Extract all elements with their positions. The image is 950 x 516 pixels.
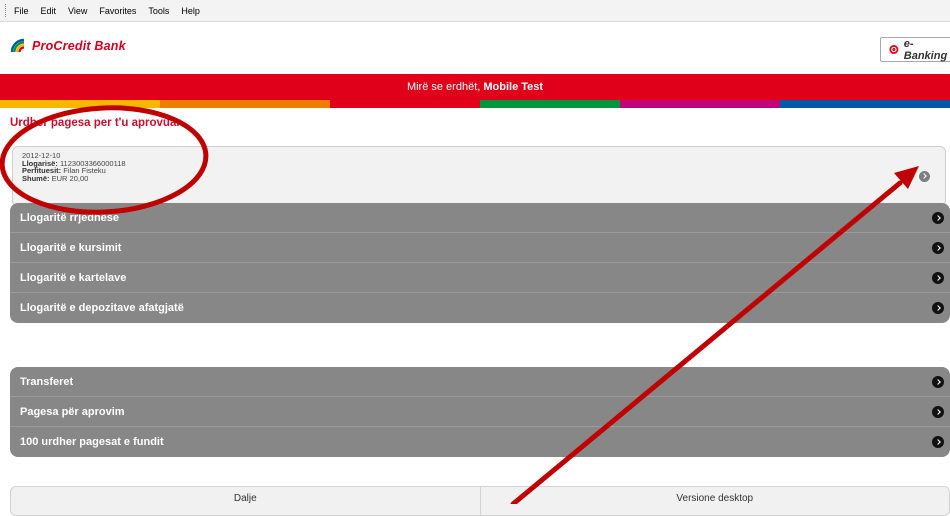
pending-payment-details: 2012-12-10 Llogarisë: 1123003366000118 P… (22, 152, 126, 182)
welcome-prefix: Mirë se erdhët, (406, 81, 484, 93)
menu-item-card-accounts[interactable]: Llogaritë e kartelave (10, 263, 950, 293)
brand-name: ProCredit Bank (32, 39, 126, 53)
menu-item-payments-for-approval[interactable]: Pagesa për aprovim (10, 397, 950, 427)
menu-item-savings-accounts[interactable]: Llogaritë e kursimit (10, 233, 950, 263)
menu-item-label: Llogaritë rrjedhëse (20, 211, 120, 224)
chevron-right-icon (932, 272, 944, 284)
power-icon (889, 45, 899, 54)
toolbar-grip (5, 4, 8, 17)
site-header: ProCredit Bank e-Banking (0, 24, 950, 72)
bank-logo[interactable]: ProCredit Bank (10, 38, 126, 54)
menu-item-transfers[interactable]: Transferet (10, 367, 950, 397)
menu-edit[interactable]: Edit (41, 6, 57, 16)
stripe-yellow (0, 100, 160, 108)
desktop-version-button[interactable]: Versione desktop (479, 487, 950, 515)
menu-item-label: Llogaritë e kartelave (20, 271, 127, 284)
ebanking-label: e-Banking (903, 37, 948, 62)
accounts-menu: Llogaritë rrjedhëse Llogaritë e kursimit… (10, 203, 950, 323)
menu-item-label: Pagesa për aprovim (20, 405, 125, 418)
pending-payments-title: Urdher pagesa per t'u aprovuar (10, 117, 181, 129)
chevron-right-icon (932, 406, 944, 418)
chevron-right-icon (932, 302, 944, 314)
chevron-right-icon (932, 242, 944, 254)
pending-payment-card[interactable]: 2012-12-10 Llogarisë: 1123003366000118 P… (12, 146, 946, 207)
payments-menu: Transferet Pagesa për aprovim 100 urdher… (10, 367, 950, 457)
payment-amount-line: Shumë: EUR 20,00 (22, 173, 126, 183)
stripe-magenta (620, 100, 780, 108)
amount-value: EUR 20,00 (51, 173, 89, 183)
chevron-right-icon (932, 436, 944, 448)
welcome-bar: Mirë se erdhët, Mobile Test (0, 74, 950, 100)
menu-item-current-accounts[interactable]: Llogaritë rrjedhëse (10, 203, 950, 233)
menu-item-last-100-payments[interactable]: 100 urdher pagesat e fundit (10, 427, 950, 457)
menu-item-label: 100 urdher pagesat e fundit (20, 436, 164, 448)
welcome-user: Mobile Test (483, 81, 544, 93)
menu-item-label: Llogaritë e kursimit (20, 241, 122, 254)
bottom-actions: Dalje Versione desktop (10, 486, 950, 516)
color-stripe (0, 100, 950, 108)
stripe-green (480, 100, 620, 108)
chevron-right-icon (932, 212, 944, 224)
ebanking-button[interactable]: e-Banking (880, 37, 950, 62)
menu-view[interactable]: View (68, 6, 87, 16)
amount-label: Shumë: (22, 173, 50, 183)
stripe-red (330, 100, 480, 108)
stripe-orange (160, 100, 330, 108)
menu-tools[interactable]: Tools (148, 6, 169, 16)
chevron-right-icon (932, 376, 944, 388)
browser-menu-bar: File Edit View Favorites Tools Help (0, 0, 950, 22)
menu-item-label: Llogaritë e depozitave afatgjatë (20, 302, 184, 314)
stripe-blue (780, 100, 950, 108)
menu-file[interactable]: File (14, 6, 29, 16)
menu-item-label: Transferet (20, 375, 74, 388)
logout-button[interactable]: Dalje (11, 487, 480, 515)
menu-favorites[interactable]: Favorites (99, 6, 136, 16)
menu-item-term-deposits[interactable]: Llogaritë e depozitave afatgjatë (10, 293, 950, 323)
procredit-logo-icon (10, 38, 25, 53)
chevron-right-icon[interactable] (919, 171, 930, 182)
menu-help[interactable]: Help (181, 6, 200, 16)
